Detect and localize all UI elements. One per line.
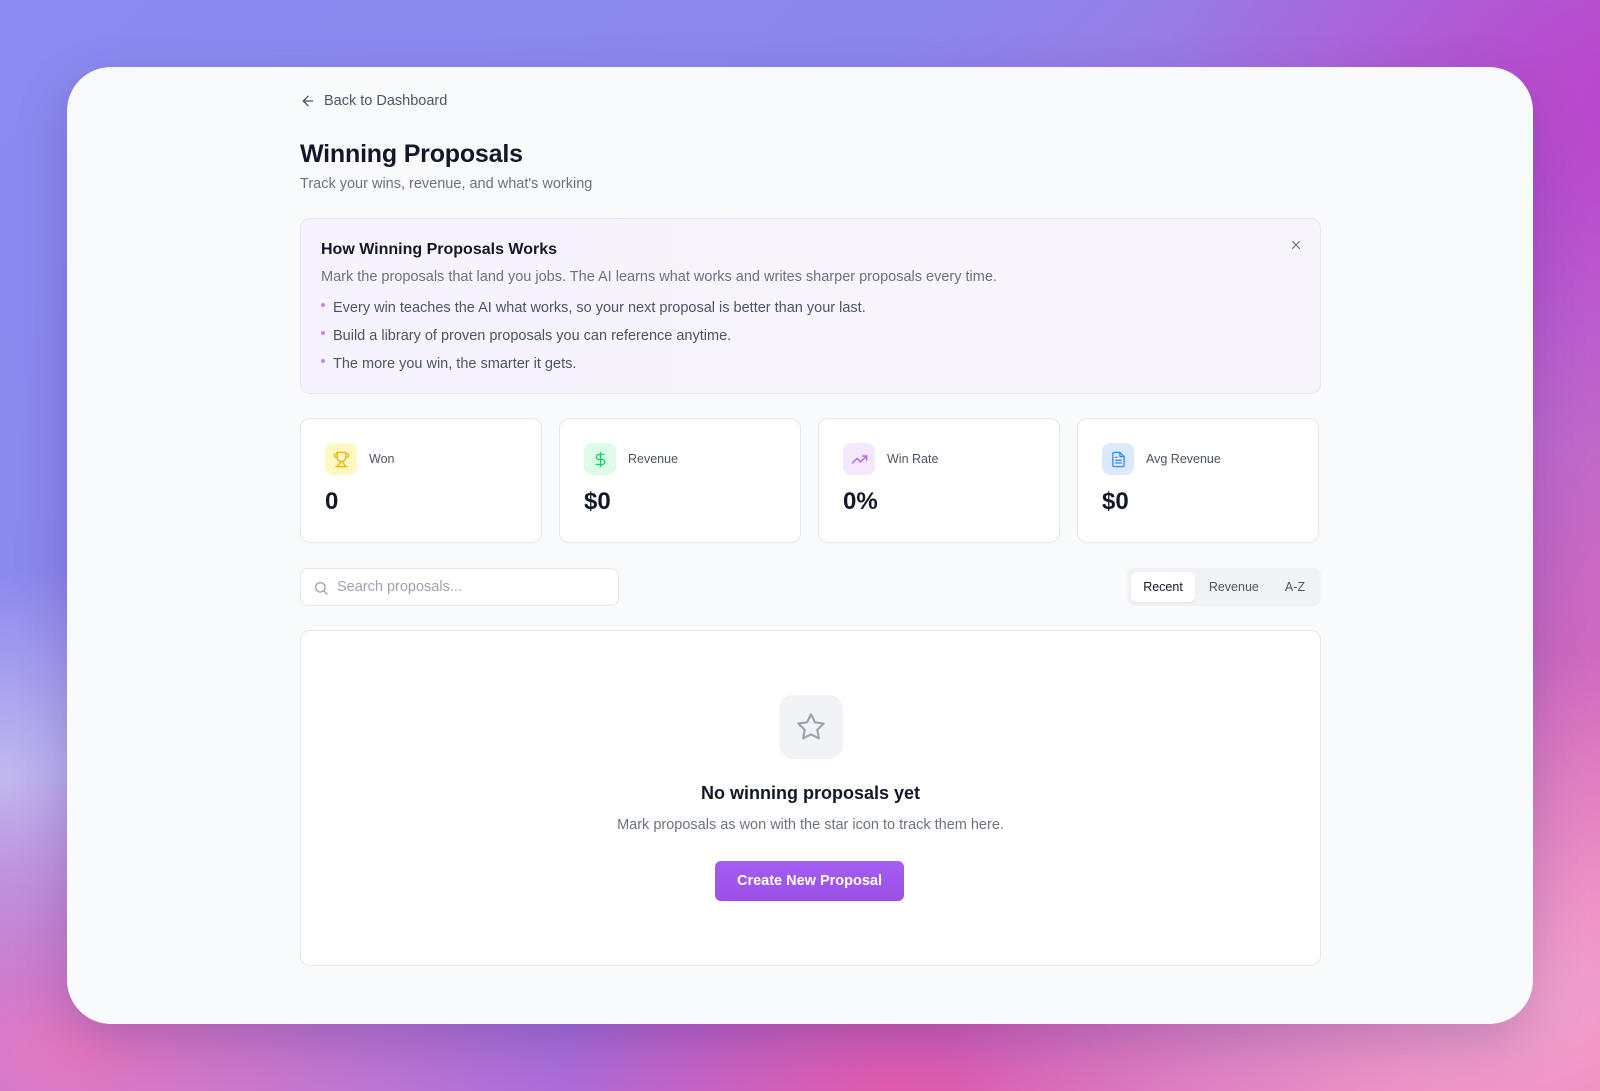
info-banner-title: How Winning Proposals Works (321, 241, 558, 258)
empty-state-title: No winning proposals yet (700, 783, 920, 803)
bullet-dot (321, 359, 325, 363)
stat-value: $0 (1102, 488, 1129, 515)
stat-label: Revenue (628, 452, 679, 466)
empty-state-description: Mark proposals as won with the star icon… (617, 817, 1004, 833)
stat-value: 0 (325, 488, 339, 515)
create-new-proposal-button[interactable]: Create New Proposal (715, 861, 904, 901)
sort-revenue-button[interactable]: Revenue (1197, 572, 1271, 602)
stat-value: $0 (584, 488, 611, 515)
stat-label: Won (369, 452, 395, 466)
stat-icon-wrap (843, 443, 875, 475)
stat-card-avg-revenue: Avg Revenue $0 (1077, 418, 1319, 543)
search-input[interactable] (301, 569, 618, 605)
trophy-icon (333, 451, 349, 467)
stat-card-won: Won 0 (300, 418, 542, 543)
trending-up-icon (851, 454, 867, 464)
search-box (300, 568, 619, 606)
sort-a-z-button[interactable]: A-Z (1273, 572, 1317, 602)
close-icon (1291, 240, 1301, 250)
page-title: Winning Proposals (300, 140, 523, 168)
arrow-left-icon (302, 95, 314, 107)
bullet-dot (321, 303, 325, 307)
stat-card-revenue: Revenue $0 (559, 418, 801, 543)
close-banner-button[interactable] (1286, 235, 1306, 255)
info-bullet: Every win teaches the AI what works, so … (321, 298, 866, 326)
empty-state-card: No winning proposals yet Mark proposals … (300, 630, 1321, 966)
dollar-icon (595, 451, 605, 467)
stat-icon-wrap (584, 443, 616, 475)
info-bullet: The more you win, the smarter it gets. (321, 354, 866, 382)
app-window: Back to Dashboard Winning Proposals Trac… (67, 67, 1533, 1024)
stat-card-win-rate: Win Rate 0% (818, 418, 1060, 543)
star-icon (797, 713, 825, 740)
info-bullet-text: Build a library of proven proposals you … (333, 328, 732, 344)
info-bullet: Build a library of proven proposals you … (321, 326, 866, 354)
empty-state-icon-wrap (779, 695, 843, 759)
stat-value: 0% (843, 488, 878, 515)
document-icon (1111, 451, 1125, 467)
stat-icon-wrap (325, 443, 357, 475)
stat-icon-wrap (1102, 443, 1134, 475)
sort-recent-button[interactable]: Recent (1131, 572, 1195, 602)
bullet-dot (321, 331, 325, 335)
info-bullet-text: The more you win, the smarter it gets. (333, 356, 577, 372)
info-bullet-list: Every win teaches the AI what works, so … (321, 298, 866, 382)
page-subtitle: Track your wins, revenue, and what's wor… (300, 176, 593, 192)
back-to-dashboard-link[interactable]: Back to Dashboard (300, 93, 447, 109)
back-link-label: Back to Dashboard (324, 93, 448, 109)
stat-label: Avg Revenue (1146, 452, 1221, 466)
stats-row: Won 0 Revenue $0 Win Rate 0% Avg Revenue… (300, 418, 1321, 543)
sort-toggle-group: Recent Revenue A-Z (1127, 568, 1321, 606)
search-icon (315, 582, 328, 595)
info-banner-description: Mark the proposals that land you jobs. T… (321, 269, 997, 285)
info-bullet-text: Every win teaches the AI what works, so … (333, 300, 866, 316)
info-banner: How Winning Proposals Works Mark the pro… (300, 218, 1321, 394)
stat-label: Win Rate (887, 452, 939, 466)
